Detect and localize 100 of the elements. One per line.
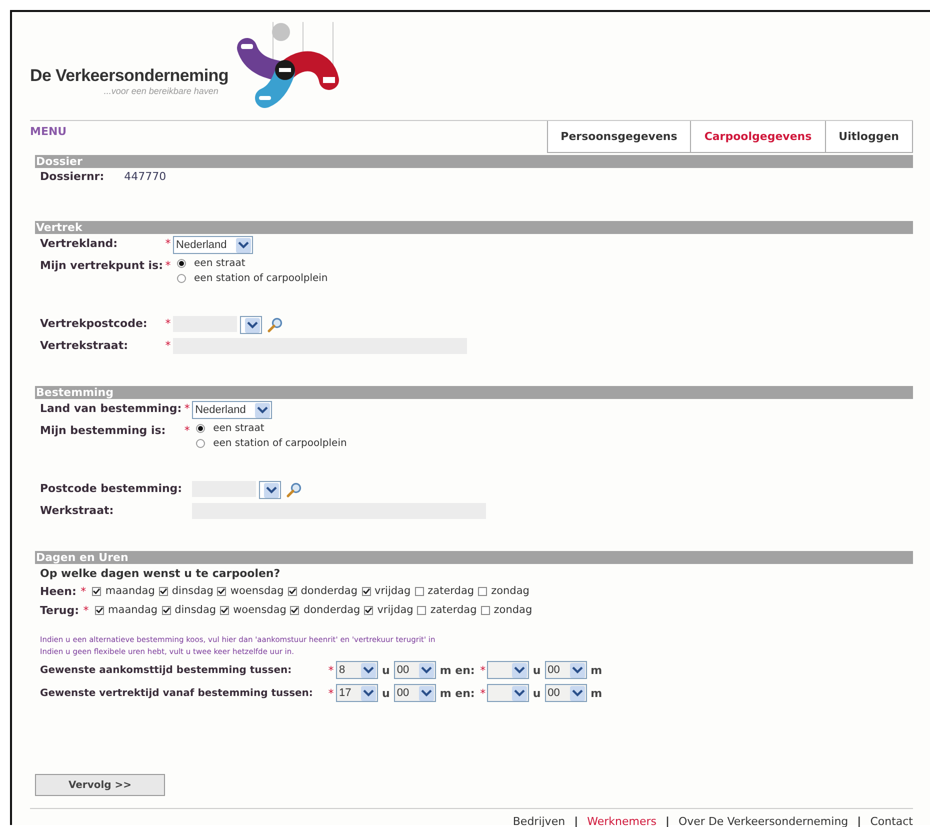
chevron-down-icon (572, 689, 583, 697)
checkmark-icon (221, 607, 228, 613)
search-icon (267, 317, 284, 333)
field-label: Mijn bestemming is: (40, 423, 167, 439)
radio-button[interactable] (177, 259, 186, 268)
day-label: vrijdag (377, 604, 414, 616)
chevron-down-icon (257, 406, 268, 414)
day-label: zondag (491, 585, 530, 597)
unit-label: m (590, 686, 602, 700)
field-value: 447770 (124, 170, 166, 183)
section-header: Bestemming (35, 386, 913, 399)
day-label: zaterdag (430, 604, 477, 616)
option-label: een straat (194, 258, 246, 269)
field-label: Mijn vertrekpunt is: (40, 258, 164, 274)
day-label: dinsdag (174, 604, 216, 616)
checkbox[interactable] (362, 586, 371, 596)
section-header: Dossier (35, 155, 913, 168)
field-label: Terug: (40, 604, 80, 616)
dropdown[interactable]: 00 (544, 661, 587, 679)
required-mark: * (479, 686, 487, 700)
footer-link[interactable]: Contact (870, 815, 913, 827)
radio-button[interactable] (177, 274, 186, 283)
checkmark-icon (362, 588, 370, 594)
checkbox[interactable] (290, 606, 300, 614)
checkmark-icon (162, 607, 170, 613)
unit-label: m en: (440, 664, 475, 676)
unit-label: m en: (440, 686, 475, 700)
chevron-down-icon (266, 486, 278, 494)
field-label: Postcode bestemming: (40, 481, 182, 497)
checkbox[interactable] (364, 606, 374, 614)
dropdown[interactable]: 00 (394, 684, 436, 702)
checkbox[interactable] (288, 586, 297, 596)
checkbox[interactable] (158, 586, 168, 596)
required-mark: * (82, 603, 90, 617)
dropdown[interactable] (240, 316, 262, 334)
day-label: maandag (108, 604, 158, 616)
required-mark: * (164, 338, 172, 352)
checkmark-icon (291, 607, 298, 613)
radio-button[interactable] (196, 424, 206, 433)
dropdown[interactable]: Nederland (192, 401, 272, 419)
chevron-down-icon (420, 666, 432, 674)
checkbox[interactable] (417, 606, 426, 614)
required-mark: * (183, 423, 191, 437)
required-mark: * (327, 686, 335, 700)
section-header: Vertrek (35, 221, 913, 234)
checkbox[interactable] (92, 586, 102, 596)
search-icon (286, 482, 302, 498)
checkbox[interactable] (217, 586, 226, 596)
checkmark-icon (365, 607, 372, 613)
question-text: Op welke dagen wenst u te carpoolen? (39, 566, 282, 582)
checkbox[interactable] (220, 606, 230, 614)
radio-button[interactable] (196, 439, 206, 448)
day-label: dinsdag (172, 585, 214, 597)
dropdown[interactable]: 00 (544, 684, 587, 702)
option-label: een straat (213, 423, 264, 434)
logo-tagline: ...voor een bereikbare haven (104, 86, 218, 96)
footer-link[interactable]: Bedrijven (512, 815, 566, 827)
required-mark: * (164, 316, 172, 330)
nav-tab[interactable]: Uitloggen (826, 121, 913, 152)
day-label: maandag (105, 585, 155, 597)
dropdown[interactable]: 00 (394, 661, 436, 679)
required-mark: * (164, 258, 172, 272)
checkbox[interactable] (480, 606, 490, 614)
day-label: donderdag (303, 604, 360, 616)
required-mark: * (80, 584, 88, 598)
nav-tab[interactable]: Carpoolgegevens (691, 121, 826, 152)
footer-link[interactable]: Werknemers (587, 815, 656, 827)
unit-label: u (532, 664, 541, 676)
field-label: Heen: (40, 584, 76, 598)
chevron-down-icon (247, 321, 258, 329)
dropdown[interactable]: Nederland (173, 236, 254, 254)
day-label: woensdag (230, 585, 284, 597)
field-label: Vertrekpostcode: (40, 316, 148, 332)
day-label: zaterdag (428, 585, 474, 597)
checkmark-icon (288, 588, 296, 594)
field-label: Gewenste vertrektijd vanaf bestemming tussen: (40, 688, 314, 698)
checkmark-icon (93, 588, 100, 594)
checkmark-icon (160, 588, 167, 594)
dropdown[interactable]: 8 (336, 661, 378, 679)
chevron-down-icon (363, 689, 374, 697)
chevron-down-icon (572, 666, 583, 674)
checkbox[interactable] (414, 586, 424, 596)
checkbox[interactable] (95, 606, 104, 614)
dropdown[interactable] (259, 481, 282, 499)
unit-label: u (532, 686, 541, 700)
dropdown[interactable]: 17 (336, 684, 378, 702)
chevron-down-icon (363, 666, 374, 674)
checkbox[interactable] (162, 606, 171, 614)
required-mark: * (327, 663, 335, 677)
unit-label: u (382, 686, 390, 700)
nav-tab[interactable]: Persoonsgegevens (548, 121, 692, 152)
day-label: zondag (494, 604, 532, 616)
checkbox[interactable] (478, 586, 488, 596)
chevron-down-icon (238, 241, 250, 249)
footer-link[interactable]: Over De Verkeersonderneming (678, 815, 848, 827)
option-label: een station of carpoolplein (213, 438, 347, 449)
next-button[interactable]: Vervolg >> (35, 774, 165, 796)
field-label: Dossiernr: (40, 169, 104, 183)
dropdown[interactable] (486, 684, 529, 702)
dropdown[interactable] (486, 661, 529, 679)
